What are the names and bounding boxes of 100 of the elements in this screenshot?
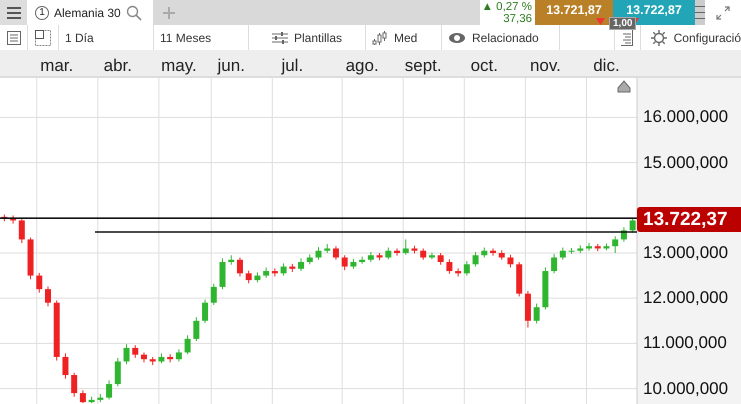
price-axis-label: 13.000,000 [643, 242, 728, 263]
candle [402, 239, 409, 255]
candle [594, 244, 601, 252]
settings-icon [650, 30, 667, 46]
candle [560, 248, 566, 260]
price-axis-label: 15.000,000 [643, 152, 728, 173]
candle [411, 246, 418, 254]
candle [158, 353, 164, 364]
candle [272, 268, 278, 276]
search-icon[interactable] [126, 4, 142, 20]
candle [438, 252, 444, 265]
candle [140, 352, 147, 362]
down-arrow-icon [596, 18, 605, 25]
candle [551, 254, 558, 274]
candle [394, 248, 400, 256]
candle [516, 262, 522, 296]
toolbar-dropdown[interactable]: 11 Meses [160, 30, 212, 44]
month-label: nov. [530, 56, 561, 76]
candle [376, 252, 383, 260]
candle [586, 243, 592, 251]
candle [246, 270, 252, 284]
toolbar-button[interactable]: Med [372, 30, 418, 44]
spread-badge: 1,00 [609, 17, 636, 30]
candle [254, 272, 260, 282]
candle [524, 290, 531, 328]
candle [350, 258, 356, 269]
candle [210, 284, 217, 305]
candle [507, 254, 514, 268]
candle [446, 259, 452, 274]
candle [481, 248, 488, 258]
price-axis-label: 11.000,000 [643, 333, 727, 354]
candle [298, 258, 304, 272]
candle [228, 255, 234, 265]
candle [332, 246, 339, 260]
change-points: 37,36 [503, 12, 532, 24]
candle [542, 267, 548, 310]
candle [577, 245, 584, 253]
candle [568, 248, 575, 254]
month-label: dic. [593, 56, 620, 76]
candle [603, 244, 610, 250]
candle [28, 238, 34, 280]
horizontal-line[interactable] [95, 231, 637, 233]
eye-icon [448, 32, 466, 44]
candle [316, 247, 322, 260]
candle [280, 263, 287, 276]
month-label: sept. [404, 56, 442, 76]
candle [220, 258, 226, 290]
menu-button[interactable] [0, 0, 27, 25]
current-price-tag: 13.722,37 [637, 207, 741, 232]
tab-number: 1 [35, 6, 49, 20]
candle [472, 252, 479, 267]
candle [167, 354, 174, 362]
candle [428, 252, 435, 260]
candle [150, 356, 156, 366]
candle [420, 248, 426, 260]
price-axis-label: 16.000,000 [643, 107, 728, 128]
horizontal-line[interactable] [0, 217, 637, 219]
candle [490, 248, 496, 256]
candle [368, 252, 374, 262]
candle [45, 286, 51, 306]
list-icon[interactable] [6, 30, 20, 44]
indicator-list-icon[interactable] [620, 30, 634, 46]
candle [97, 394, 104, 402]
candle [306, 254, 313, 264]
candle [464, 261, 470, 276]
candlestick-icon [372, 30, 388, 44]
month-label: oct. [470, 56, 498, 76]
candle [71, 372, 78, 397]
menu-icon [6, 6, 20, 18]
candle [124, 344, 130, 364]
candle [359, 256, 366, 264]
toolbar-button[interactable]: Relacionado [448, 30, 539, 44]
candle [18, 218, 25, 244]
scroll-handle-icon[interactable] [618, 80, 630, 92]
toolbar-dropdown[interactable]: 1 Día [65, 30, 94, 44]
candle [1, 214, 8, 222]
candle [263, 267, 270, 278]
candle [54, 300, 60, 361]
expand-icon[interactable] [715, 4, 731, 20]
instrument-tab[interactable]: 1 Alemania 30 [27, 0, 153, 25]
month-label: abr. [104, 56, 132, 76]
candle [534, 304, 540, 324]
candle [106, 380, 112, 400]
settings-button[interactable]: Configuració [640, 25, 741, 50]
candle [88, 396, 95, 404]
candle [62, 353, 68, 379]
candle [455, 268, 462, 276]
candle [10, 215, 16, 224]
candle [176, 349, 182, 362]
candle [202, 300, 208, 324]
sliders-icon [272, 32, 288, 44]
candle [184, 335, 191, 354]
panel-handle[interactable] [695, 0, 705, 25]
price-axis-label: 10.000,000 [643, 378, 728, 399]
candle [612, 236, 618, 253]
price-axis-label: 12.000,000 [643, 288, 728, 308]
month-label: jun. [218, 56, 245, 76]
toolbar-button[interactable]: Plantillas [272, 30, 342, 44]
layout-icon[interactable] [35, 30, 51, 46]
candle [324, 244, 330, 253]
